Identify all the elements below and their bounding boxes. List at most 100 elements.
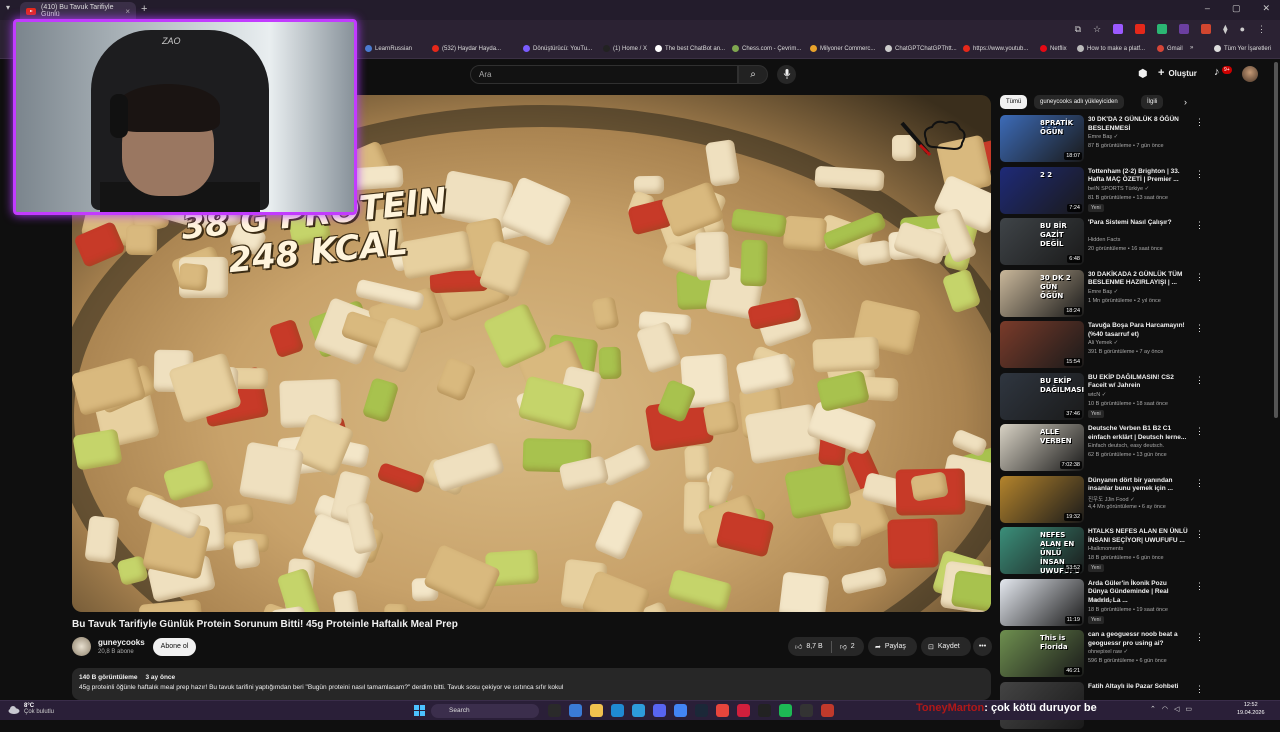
recommendation-title[interactable]: Tavuğa Boşa Para Harcamayın! (%40 tasarr… [1088, 322, 1188, 339]
extension-icon[interactable] [1179, 24, 1190, 34]
create-button[interactable]: + Oluştur [1158, 67, 1197, 79]
more-vert-icon[interactable]: ⋮ [1195, 478, 1204, 489]
extension-icon[interactable] [1201, 24, 1212, 34]
taskbar-app-icon[interactable] [632, 704, 645, 717]
recommendation-channel[interactable]: wtcN ✓ [1088, 392, 1106, 398]
recommendation-channel[interactable]: ohnepixel raw ✓ [1088, 649, 1128, 655]
voice-search-button[interactable] [777, 65, 796, 84]
close-window-button[interactable]: ✕ [1262, 3, 1270, 14]
tab-close-icon[interactable]: × [125, 7, 130, 16]
battery-icon[interactable]: ▭ [1185, 705, 1192, 713]
more-vert-icon[interactable]: ⋮ [1195, 375, 1204, 386]
recommendation-channel[interactable]: 진우도 JJin Food ✓ [1088, 495, 1135, 503]
more-vert-icon[interactable]: ⋮ [1195, 220, 1204, 231]
bookmark-item[interactable]: Gmail [1157, 45, 1183, 52]
bookmark-item[interactable]: Netflix [1040, 45, 1067, 52]
recommendation-item[interactable]: BU BİR GAZİT DEĞİL 6:48 'Para Sistemi Nası… [1000, 218, 1204, 268]
recommendation-channel[interactable]: Htalkmoments [1088, 546, 1123, 552]
recommendation-title[interactable]: Dünyanın dört bir yanından insanlar bunu… [1088, 477, 1188, 494]
taskbar-app-icon[interactable] [569, 704, 582, 717]
search-input[interactable]: Ara [470, 65, 738, 84]
bookmark-item[interactable]: https://www.youtub... [963, 45, 1028, 52]
recommendation-title[interactable]: BU EKİP DAĞILMASIN! CS2 Faceit w/ Jahrei… [1088, 374, 1188, 391]
recommendation-item[interactable]: 30 DK 2 GÜN ÖĞÜN 18:24 30 DAKİKADA 2 GÜNLÜ… [1000, 269, 1204, 320]
chevron-right-icon[interactable]: › [1184, 97, 1187, 107]
recommendation-item[interactable]: NEFES ALAN EN ÜNLÜ İNSAN UWUFUFU 53:52 HTA… [1000, 527, 1204, 577]
more-actions-button[interactable]: ••• [973, 637, 992, 656]
recommendation-item[interactable]: 19:32 Dünyanın dört bir yanından insanlar… [1000, 475, 1204, 526]
taskbar-app-icon[interactable] [779, 704, 792, 717]
recommendation-thumbnail[interactable]: NEFES ALAN EN ÜNLÜ İNSAN UWUFUFU 53:52 [1000, 527, 1084, 574]
recommendation-title[interactable]: Tottenham (2-2) Brighton | 33. Hafta MAÇ… [1088, 168, 1188, 185]
more-vert-icon[interactable]: ⋮ [1195, 581, 1204, 592]
recommendation-item[interactable]: This is Florida 46:21 can a geoguessr noob… [1000, 630, 1204, 680]
recommendation-thumbnail[interactable]: BU EKİP DAĞILMASIN 37:46 [1000, 372, 1084, 420]
recommendation-channel[interactable]: Einfach deutsch, easy deutsch. [1088, 443, 1164, 449]
cast-icon[interactable]: ⬢ [1138, 67, 1148, 80]
more-vert-icon[interactable]: ⋮ [1195, 323, 1204, 334]
recommendation-title[interactable]: 30 DAKİKADA 2 GÜNLÜK TÜM BESLENME HAZIRL… [1088, 271, 1188, 288]
recommendation-thumbnail[interactable]: 30 DK 2 GÜN ÖĞÜN 18:24 [1000, 269, 1084, 317]
bookmark-star-icon[interactable]: ☆ [1093, 24, 1101, 35]
recommendation-title[interactable]: 'Para Sistemi Nasıl Çalışır? [1088, 219, 1188, 228]
thumbs-up-icon[interactable]: 👍︎ [795, 642, 802, 651]
install-app-icon[interactable]: ⧉ [1075, 24, 1081, 35]
recommendation-channel[interactable]: Ali Yemek ✓ [1088, 340, 1118, 346]
weather-widget[interactable]: 8°C Çok bulutlu [8, 703, 54, 715]
new-tab-button[interactable]: + [141, 3, 147, 15]
recommendation-title[interactable]: Fatih Altaylı ile Pazar Sohbeti [1088, 683, 1188, 692]
recommendation-thumbnail[interactable]: 11:19 [1000, 578, 1084, 626]
recommendation-item[interactable]: 11:19 Arda Güler'in İkonik Pozu Dünya Gün… [1000, 578, 1204, 629]
taskbar-app-icon[interactable] [758, 704, 771, 717]
taskbar-app-icon[interactable] [674, 704, 687, 717]
scrollbar[interactable] [1274, 62, 1278, 418]
taskbar-app-icon[interactable] [800, 704, 813, 717]
taskbar-app-icon[interactable] [821, 704, 834, 717]
taskbar-app-icon[interactable] [653, 704, 666, 717]
more-vert-icon[interactable]: ⋮ [1195, 169, 1204, 180]
bookmark-item[interactable]: » [1190, 45, 1193, 51]
chip-all[interactable]: Tümü [1000, 95, 1028, 109]
recommendation-thumbnail[interactable]: 15:54 [1000, 321, 1084, 368]
recommendation-title[interactable]: 30 DK'DA 2 GÜNLÜK 8 ÖĞÜN BESLENMESİ [1088, 116, 1188, 133]
recommendation-item[interactable]: ALLE VERBEN 7:02:38 Deutsche Verben B1 B2 … [1000, 424, 1204, 474]
recommendation-item[interactable]: 2 2 7:24 Tottenham (2-2) Brighton | 33. Ha… [1000, 166, 1204, 217]
subscribe-button[interactable]: Abone ol [153, 638, 196, 656]
recommendation-title[interactable]: Deutsche Verben B1 B2 C1 einfach erklärt… [1088, 425, 1188, 442]
volume-icon[interactable]: ◁ [1174, 705, 1179, 713]
extension-icon[interactable] [1113, 24, 1124, 34]
recommendation-item[interactable]: BU EKİP DAĞILMASIN37:46BU EKİP DAĞILMASI… [1000, 372, 1204, 423]
wifi-icon[interactable]: ◠ [1162, 705, 1168, 713]
more-vert-icon[interactable]: ⋮ [1195, 529, 1204, 540]
account-avatar[interactable] [1242, 66, 1258, 82]
recommendation-thumbnail[interactable]: BU BİR GAZİT DEĞİL 6:48 [1000, 218, 1084, 265]
bookmark-item[interactable]: Milyoner Commerc... [810, 45, 875, 52]
recommendation-thumbnail[interactable]: 19:32 [1000, 475, 1084, 523]
profile-icon[interactable]: ● [1240, 24, 1245, 35]
browser-tab-active[interactable]: (410) Bu Tavuk Tarifiyle Günlü × [20, 2, 136, 20]
minimize-button[interactable]: – [1205, 3, 1210, 14]
bookmark-item[interactable]: ChatGPTChatGPThtt... [885, 45, 957, 52]
more-vert-icon[interactable]: ⋮ [1195, 272, 1204, 283]
bookmark-item[interactable]: (1) Home / X [603, 45, 647, 52]
recommendation-channel[interactable]: Emre Baş ✓ [1088, 289, 1118, 295]
description-box[interactable]: 140 B görüntüleme 3 ay önce 45g proteinl… [72, 668, 991, 700]
share-button[interactable]: ➦ Paylaş [868, 637, 917, 656]
bookmark-item[interactable]: Tüm Yer İşaretleri [1214, 45, 1271, 52]
bookmark-item[interactable]: (532) Haydar Hayda... [432, 45, 501, 52]
like-count[interactable]: 8,7 B [806, 643, 822, 650]
bookmark-item[interactable]: How to make a platf... [1077, 45, 1145, 52]
taskbar-app-icon[interactable] [737, 704, 750, 717]
extension-icon[interactable] [1135, 24, 1146, 34]
taskbar-app-icon[interactable] [548, 704, 561, 717]
recommendation-item[interactable]: 8PRATİK ÖĞÜN 18:07 30 DK'DA 2 GÜNLÜK 8 ÖĞÜ… [1000, 115, 1204, 165]
more-vert-icon[interactable]: ⋮ [1195, 117, 1204, 128]
recommendation-thumbnail[interactable]: 8PRATİK ÖĞÜN 18:07 [1000, 115, 1084, 162]
recommendation-thumbnail[interactable]: ALLE VERBEN 7:02:38 [1000, 424, 1084, 471]
chevron-up-icon[interactable]: ⌃ [1150, 705, 1156, 713]
recommendation-thumbnail[interactable]: This is Florida 46:21 [1000, 630, 1084, 677]
more-vert-icon[interactable]: ⋮ [1195, 632, 1204, 643]
maximize-button[interactable]: ▢ [1232, 3, 1241, 14]
thumbs-down-icon[interactable]: 👎︎ [840, 642, 847, 651]
bookmark-item[interactable]: The best ChatBot an... [655, 45, 725, 52]
